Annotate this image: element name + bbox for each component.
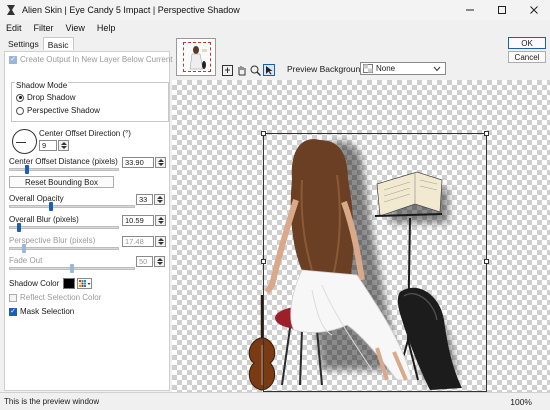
direction-stepper[interactable] (58, 140, 69, 151)
hand-icon[interactable] (235, 64, 247, 76)
menu-filter[interactable]: Filter (28, 23, 60, 33)
fade-out-input: 50 (136, 256, 153, 267)
perspective-blur-stepper (155, 236, 166, 247)
bbox-handle-top-right[interactable] (484, 131, 489, 136)
color-picker-button[interactable] (77, 278, 93, 289)
tab-basic[interactable]: Basic (42, 37, 74, 50)
direction-dial[interactable] (12, 129, 37, 154)
maximize-button[interactable] (486, 0, 518, 20)
reset-bounding-box-button[interactable]: Reset Bounding Box (9, 176, 114, 188)
bbox-handle-top-left[interactable] (261, 131, 266, 136)
ok-button[interactable]: OK (508, 37, 546, 49)
status-bar: This is the preview window 100% (0, 392, 550, 410)
minimize-button[interactable] (454, 0, 486, 20)
chevron-down-icon (433, 66, 441, 71)
basic-tab-content: ✓ Create Output In New Layer Below Curre… (4, 51, 173, 391)
navigator-icon[interactable] (221, 64, 233, 76)
preview-toolbar: Preview Background: None (176, 36, 506, 78)
center-offset-direction-label: Center Offset Direction (°) (39, 129, 131, 138)
direction-input[interactable]: 9 (39, 140, 57, 151)
alien-skin-app-icon (7, 5, 15, 15)
thumbnail-image (189, 46, 207, 70)
tab-settings[interactable]: Settings (4, 37, 43, 50)
overall-opacity-field: 33 (136, 194, 165, 205)
perspective-blur-thumb (21, 244, 26, 253)
navigator-thumbnail[interactable] (176, 38, 216, 76)
reflect-selection-color-checkbox[interactable] (9, 293, 17, 302)
dial-pointer (16, 142, 26, 143)
thumbnail-viewport (183, 42, 211, 72)
overall-blur-stepper[interactable] (155, 215, 166, 226)
fade-out-thumb (70, 264, 74, 273)
center-offset-distance-stepper[interactable] (155, 157, 166, 168)
mask-selection-label: Mask Selection (20, 307, 75, 316)
preview-background-select[interactable]: None (360, 62, 446, 75)
radio-label: Drop Shadow (27, 93, 76, 102)
reflect-selection-color-label: Reflect Selection Color (20, 293, 102, 302)
radio-dot[interactable] (16, 93, 24, 102)
perspective-blur-input: 17.48 (122, 236, 154, 247)
palette-icon (78, 279, 91, 287)
overall-blur-field: 10.59 (122, 215, 166, 226)
menu-bar: Edit Filter View Help (0, 20, 550, 36)
reflect-selection-color-row[interactable]: Reflect Selection Color (9, 293, 101, 302)
overall-opacity-thumb[interactable] (49, 202, 54, 211)
mask-selection-checkbox[interactable]: ✓ (9, 307, 17, 316)
center-offset-distance-thumb[interactable] (24, 165, 29, 174)
mask-selection-row[interactable]: ✓ Mask Selection (9, 307, 74, 316)
background-swatch-icon (363, 64, 373, 73)
center-offset-distance-input[interactable]: 33.90 (122, 157, 154, 168)
zoom-level: 100% (510, 396, 532, 407)
overall-opacity-label: Overall Opacity (9, 194, 64, 203)
center-offset-direction-field: 9 (39, 140, 69, 151)
menu-help[interactable]: Help (91, 23, 122, 33)
overall-blur-track[interactable] (9, 226, 119, 229)
perspective-blur-field: 17.48 (122, 236, 166, 247)
title-bar: Alien Skin | Eye Candy 5 Impact | Perspe… (0, 0, 550, 20)
minimize-icon (466, 9, 474, 11)
overall-opacity-input[interactable]: 33 (136, 194, 153, 205)
menu-view[interactable]: View (60, 23, 91, 33)
cancel-button[interactable]: Cancel (508, 51, 546, 63)
fade-out-stepper (154, 256, 165, 267)
radio-label: Perspective Shadow (27, 106, 100, 115)
preview-background-value: None (376, 64, 396, 73)
close-icon (530, 6, 538, 14)
overall-opacity-stepper[interactable] (154, 194, 165, 205)
fade-out-label: Fade Out (9, 256, 43, 265)
shadow-color-label: Shadow Color (9, 279, 60, 288)
menu-edit[interactable]: Edit (0, 23, 28, 33)
create-output-row[interactable]: ✓ Create Output In New Layer Below Curre… (9, 55, 173, 64)
shadow-color-row: Shadow Color (9, 278, 93, 289)
overall-blur-thumb[interactable] (17, 223, 22, 232)
select-icon[interactable] (263, 64, 275, 76)
overall-blur-input[interactable]: 10.59 (122, 215, 154, 226)
fade-out-field: 50 (136, 256, 165, 267)
bounding-box[interactable] (261, 131, 489, 392)
bbox-handle-left[interactable] (261, 259, 266, 264)
status-text: This is the preview window (4, 397, 100, 406)
create-output-label: Create Output In New Layer Below Current (20, 55, 173, 64)
shadow-mode-title: Shadow Mode (15, 81, 69, 90)
close-button[interactable] (518, 0, 550, 20)
window-title: Alien Skin | Eye Candy 5 Impact | Perspe… (22, 5, 240, 15)
radio-drop-shadow[interactable]: Drop Shadow (16, 93, 75, 102)
settings-panel: Settings Basic ✓ Create Output In New La… (0, 36, 173, 392)
radio-perspective-shadow[interactable]: Perspective Shadow (16, 106, 100, 115)
overall-opacity-track[interactable] (9, 205, 135, 208)
center-offset-distance-field: 33.90 (122, 157, 166, 168)
preview-canvas[interactable] (172, 80, 550, 392)
bbox-handle-right[interactable] (484, 259, 489, 264)
zoom-icon[interactable] (249, 64, 261, 76)
shadow-color-swatch[interactable] (63, 278, 76, 289)
maximize-icon (498, 6, 506, 14)
preview-background-label: Preview Background: (287, 64, 368, 74)
shadow-mode-group: Shadow Mode Drop Shadow Perspective Shad… (11, 81, 169, 122)
radio-dot[interactable] (16, 106, 24, 115)
create-output-checkbox[interactable]: ✓ (9, 55, 17, 64)
